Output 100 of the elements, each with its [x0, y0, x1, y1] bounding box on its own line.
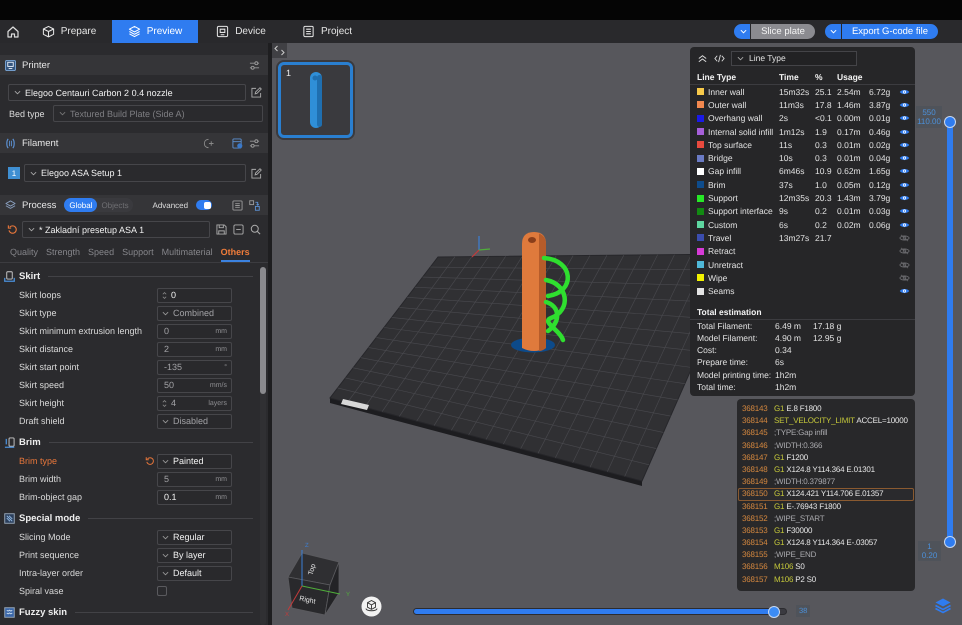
eye-icon[interactable]: [899, 167, 910, 176]
eye-icon[interactable]: [899, 114, 910, 122]
minus-square-icon[interactable]: [233, 224, 244, 235]
code-icon[interactable]: [714, 52, 725, 64]
eye-icon[interactable]: [899, 100, 910, 109]
dropdown[interactable]: Default: [157, 566, 232, 580]
column-header: %: [815, 72, 823, 82]
cube-icon: [42, 25, 55, 38]
printer-preset-dropdown[interactable]: Elegoo Centauri Carbon 2 0.4 nozzle: [8, 84, 246, 101]
settings-tab[interactable]: Speed: [88, 245, 114, 262]
save-icon[interactable]: [216, 224, 227, 235]
mode-tab[interactable]: Project: [284, 20, 370, 43]
dropdown[interactable]: By layer: [157, 548, 232, 562]
process-preset-dropdown[interactable]: * Zakladní presetup ASA 1: [22, 221, 210, 238]
gcode-line[interactable]: 368145 ;TYPE:Gap infill: [738, 427, 914, 440]
setting-label: Spiral vase: [19, 586, 64, 596]
gcode-line[interactable]: 368154 G1 X124.8 Y114.364 E-.03057: [738, 537, 914, 550]
export-options-button[interactable]: [824, 24, 841, 39]
percent-cell: <0.1: [815, 113, 832, 124]
list-view-icon[interactable]: [232, 200, 243, 210]
gcode-line[interactable]: 368146 ;WIDTH:0.366: [738, 440, 914, 452]
settings-tab[interactable]: Strength: [46, 245, 80, 262]
collapse-icon[interactable]: [697, 52, 708, 64]
eye-off-icon[interactable]: [899, 234, 910, 242]
dropdown[interactable]: Painted: [157, 454, 232, 468]
mode-tab[interactable]: Preview: [112, 20, 198, 43]
gcode-line[interactable]: 368147 G1 F1200: [738, 452, 914, 464]
special-mode-icon: [4, 512, 15, 524]
scope-tab[interactable]: Global: [64, 198, 98, 212]
edit-icon[interactable]: [251, 87, 262, 98]
eye-icon[interactable]: [899, 88, 910, 96]
search-icon[interactable]: [250, 224, 261, 235]
settings-tab[interactable]: Others: [220, 245, 250, 262]
edit-icon[interactable]: [251, 168, 262, 178]
length-cell: 1.46m: [837, 100, 861, 110]
setting-label: Brim-object gap: [19, 492, 82, 502]
eye-icon[interactable]: [899, 180, 910, 189]
mode-tab[interactable]: Prepare: [26, 20, 112, 43]
filament-sync-icon[interactable]: [232, 138, 243, 148]
eye-icon[interactable]: [899, 220, 910, 229]
line-type-name: Bridge: [708, 153, 733, 164]
slider-handle[interactable]: [945, 117, 955, 127]
line-type-name: Overhang wall: [708, 113, 762, 124]
setting-label: Draft shield: [19, 416, 65, 426]
settings-tab[interactable]: Support: [122, 245, 154, 262]
advanced-toggle[interactable]: [196, 200, 212, 210]
eye-icon[interactable]: [899, 128, 910, 136]
panel-toggle-icon[interactable]: [272, 43, 287, 58]
eye-icon[interactable]: [899, 207, 910, 216]
gcode-line[interactable]: 368152 ;WIPE_START: [738, 512, 914, 525]
dropdown[interactable]: Regular: [157, 530, 232, 544]
scrollbar-thumb[interactable]: [260, 267, 266, 394]
eye-icon[interactable]: [899, 154, 910, 162]
gcode-line[interactable]: 368144 SET_VELOCITY_LIMIT ACCEL=10000: [738, 415, 914, 428]
line-type-name: Support: [708, 193, 738, 204]
gcode-line[interactable]: 368148 G1 X124.8 Y114.364 E.01301: [738, 464, 914, 476]
eye-off-icon[interactable]: [899, 247, 910, 256]
reset-icon[interactable]: [7, 224, 18, 235]
length-cell: 0.01m: [837, 153, 861, 164]
eye-icon[interactable]: [899, 140, 910, 149]
gcode-line[interactable]: 368143 G1 E.8 F1800: [738, 403, 914, 416]
home-icon[interactable]: [6, 24, 20, 38]
plate-thumbnail[interactable]: 1: [278, 62, 353, 138]
swap-icon[interactable]: [248, 200, 260, 210]
line-type-name: Retract: [708, 246, 736, 256]
summary-label: Cost:: [697, 345, 717, 356]
gcode-line[interactable]: 368153 G1 F30000: [738, 524, 914, 538]
slider-handle[interactable]: [769, 606, 779, 616]
sliders-icon[interactable]: [249, 138, 260, 148]
checkbox[interactable]: [157, 586, 167, 596]
sliders-icon[interactable]: [249, 60, 260, 70]
filament-preset-dropdown[interactable]: Elegoo ASA Setup 1: [24, 164, 246, 182]
settings-tab[interactable]: Multimaterial: [162, 245, 213, 262]
slider-handle[interactable]: [945, 537, 955, 547]
summary-label: Model Filament:: [697, 333, 758, 344]
weight-cell: 0.02g: [869, 140, 890, 150]
export-gcode-button[interactable]: Export G-code file: [842, 24, 938, 39]
length-cell: 0.62m: [837, 166, 861, 176]
gcode-line[interactable]: 368157 M106 P2 S0: [738, 574, 914, 586]
slice-options-button[interactable]: [734, 24, 750, 39]
gcode-line[interactable]: 368155 ;WIPE_END: [738, 549, 914, 562]
reset-icon[interactable]: [145, 456, 155, 466]
gcode-line[interactable]: 368149 ;WIDTH:0.379877: [738, 476, 914, 488]
weight-cell: 0.03g: [869, 206, 890, 216]
view-cube[interactable]: [287, 552, 340, 616]
settings-tab[interactable]: Quality: [10, 245, 38, 262]
gcode-line[interactable]: 368156 M106 S0: [738, 561, 914, 574]
fuzzy-skin-icon: [4, 606, 15, 618]
line-type-name: Internal solid infill: [708, 126, 774, 137]
eye-off-icon[interactable]: [899, 274, 910, 282]
gcode-line[interactable]: 368151 G1 E-.76943 F1800: [738, 500, 914, 513]
spin-box[interactable]: 0: [157, 288, 232, 302]
rotate-view-icon[interactable]: [361, 596, 382, 617]
spool-icon: [5, 138, 16, 148]
mode-tab[interactable]: Device: [198, 20, 284, 43]
eye-off-icon[interactable]: [899, 260, 910, 268]
view-type-dropdown[interactable]: Line Type: [731, 50, 857, 66]
add-filament-icon[interactable]: [203, 138, 214, 148]
eye-icon[interactable]: [899, 287, 910, 296]
eye-icon[interactable]: [899, 194, 910, 202]
